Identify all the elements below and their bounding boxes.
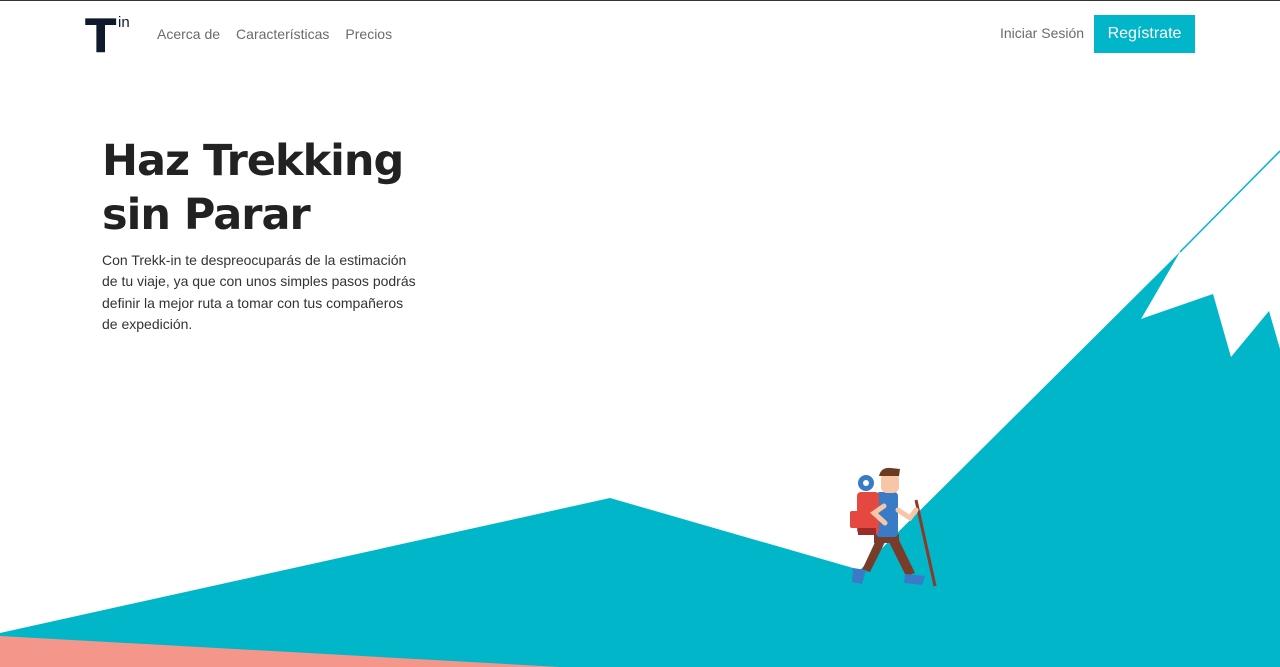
logo-suffix: in [118,14,130,31]
hero-title-line-1: Haz Trekking [102,136,404,186]
nav-link-about[interactable]: Acerca de [157,26,220,42]
hero-description: Con Trekk-in te despreocuparás de la est… [102,252,416,332]
login-link[interactable]: Iniciar Sesión [1000,25,1084,41]
brand-logo[interactable]: T in [85,9,137,63]
hero-title-line-2: sin Parar [102,190,311,240]
logo-letter: T [85,9,117,63]
signup-button[interactable]: Regístrate [1094,15,1195,53]
nav-link-features[interactable]: Características [236,26,329,42]
nav-links: Acerca de Características Precios [157,26,392,42]
navbar: T in Acerca de Características Precios I… [0,1,1280,67]
mountain-peak-outline [1179,150,1280,253]
nav-link-pricing[interactable]: Precios [345,26,392,42]
hero-title: Haz Trekking sin Parar [102,134,432,242]
